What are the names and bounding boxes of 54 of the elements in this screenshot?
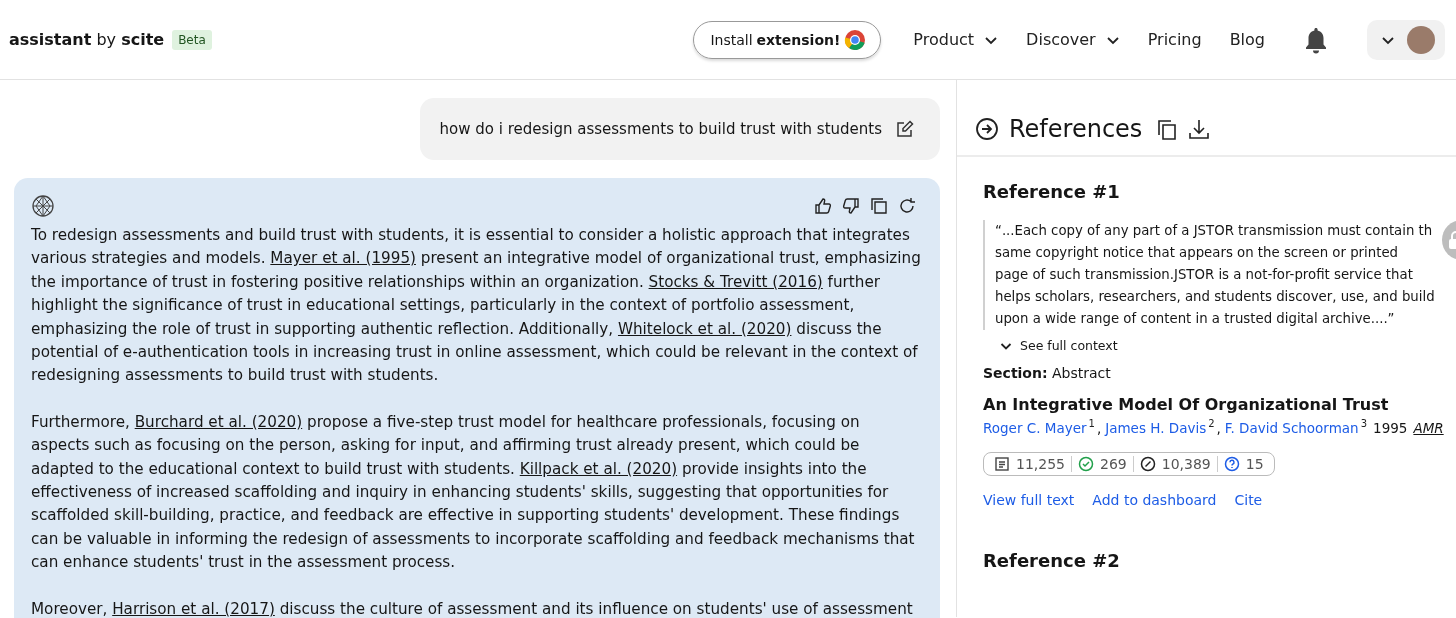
question-circle-icon bbox=[1223, 455, 1240, 472]
arrow-right-circle-icon[interactable] bbox=[975, 117, 999, 141]
reference-action-link[interactable]: View full text bbox=[983, 491, 1075, 508]
nav-menu-item[interactable]: Blog bbox=[1219, 24, 1275, 55]
author-link[interactable]: Roger C. Mayer$^{1}$ bbox=[983, 418, 1095, 436]
answer-paragraph: Moreover, Harrison et al. (2017) discuss the culture of assessment and its influence on students' use of assessment bbox=[31, 598, 914, 618]
reference-action-link[interactable]: Add to dashboard bbox=[1092, 491, 1217, 508]
reference-quote: “...Each copy of any part of a JSTOR transmission must contain th same copyright notice that appears on the screen or printed page of such transmission.JSTOR is a not-for-profit service that helps scholars, researchers, and students discover, use, and build upon a wide range of content in a trusted digital archive....” bbox=[983, 220, 1435, 330]
citation-link[interactable]: Killpack et al. (2020) bbox=[519, 459, 678, 478]
citation-link[interactable]: Whitelock et al. (2020) bbox=[617, 319, 792, 338]
thumbs-up-icon[interactable] bbox=[814, 197, 832, 215]
nav-menu-item[interactable]: Discover bbox=[1016, 24, 1130, 55]
bell-icon[interactable] bbox=[1303, 25, 1329, 54]
network-logo-icon bbox=[31, 194, 55, 218]
answer-paragraph: To redesign assessments and build trust with students, it is essential to consider a holistic approach that integrates various strategies and models. Mayer et al. (1995) present an integrative model of organizational trust, emphasizing the importance of trust in fostering positive relationships within an organization. Stocks & Trevitt (2016) further highlight the significance of trust in educational settings, particularly in the context of portfolio assessment, emphasizing the role of trust in supporting authentic reflection. Additionally, Whitelock et al. (2020) discuss the potential of e-authentication tools in increasing trust in online assessment, which could be relevant in the context of redesigning assessments to build trust with students. bbox=[31, 225, 922, 387]
nav-menu-item[interactable]: Product bbox=[903, 24, 1009, 55]
answer-paragraph: Furthermore, Burchard et al. (2020) propose a five-step trust model for healthcare professionals, focusing on aspects such as focusing on the person, asking for input, and affirming trust already present, which could be adapted to the educational context to build trust with students. Killpack et al. (2020) provide insights into the effectiveness of increased scaffolding and inquiry in enhancing students' skills, suggesting that opportunities for scaffolded skill-building, practice, and feedback are effective in supporting students' development. These findings can be valuable in informing the redesign of assessments to incorporate scaffolding and feedback mechanisms that can enhance students' trust in the assessment process. bbox=[31, 411, 916, 574]
check-circle-icon bbox=[1078, 455, 1094, 472]
see-full-context-toggle[interactable]: See full context bbox=[983, 330, 1118, 353]
journal-link[interactable]: AMR bbox=[1413, 419, 1444, 436]
copy-icon[interactable] bbox=[1156, 118, 1179, 140]
citation-link[interactable]: Harrison et al. (2017) bbox=[112, 599, 275, 618]
references-title: References bbox=[1009, 115, 1143, 143]
reference-heading: Reference #2 bbox=[983, 549, 1121, 571]
reference-heading: Reference #1 bbox=[983, 181, 1121, 202]
comma: , bbox=[1216, 419, 1221, 436]
reference-action-link[interactable]: Cite bbox=[1234, 491, 1263, 508]
metric-count: 15 bbox=[1245, 455, 1264, 472]
nav-menu-item[interactable]: Pricing bbox=[1137, 24, 1212, 55]
user-message: how do i redesign assessments to build trust with students bbox=[439, 120, 882, 138]
edit-icon[interactable] bbox=[896, 120, 914, 138]
comma: , bbox=[1096, 419, 1102, 436]
author-link[interactable]: F. David Schoorman$^{3}$ bbox=[1224, 418, 1368, 436]
metric-count: 269 bbox=[1100, 455, 1127, 472]
metric-count: 11,255 bbox=[1016, 455, 1065, 472]
avatar bbox=[1407, 25, 1435, 54]
copy-icon[interactable] bbox=[870, 197, 888, 215]
account-menu-button[interactable] bbox=[1367, 19, 1445, 60]
slash-circle-icon bbox=[1139, 455, 1156, 472]
paper-title: An Integrative Model Of Organizational Trust bbox=[983, 395, 1390, 414]
refresh-icon[interactable] bbox=[898, 197, 916, 215]
citation-link[interactable]: Burchard et al. (2020) bbox=[134, 412, 303, 431]
brand-name[interactable]: assistant by scite bbox=[9, 30, 165, 49]
section-label: Section: Abstract bbox=[983, 365, 1112, 381]
publication-year: 1995 bbox=[1373, 419, 1408, 436]
metric-count: 10,389 bbox=[1161, 455, 1211, 472]
citation-link[interactable]: Stocks & Trevitt (2016) bbox=[648, 272, 823, 291]
thumbs-down-icon[interactable] bbox=[842, 197, 860, 215]
browser-logo-icon bbox=[844, 28, 867, 51]
beta-badge: Beta bbox=[172, 29, 212, 50]
download-icon[interactable] bbox=[1188, 118, 1211, 140]
author-link[interactable]: James H. Davis$^{2}$ bbox=[1105, 418, 1215, 436]
citation-link[interactable]: Mayer et al. (1995) bbox=[270, 249, 416, 268]
document-icon bbox=[994, 455, 1010, 472]
